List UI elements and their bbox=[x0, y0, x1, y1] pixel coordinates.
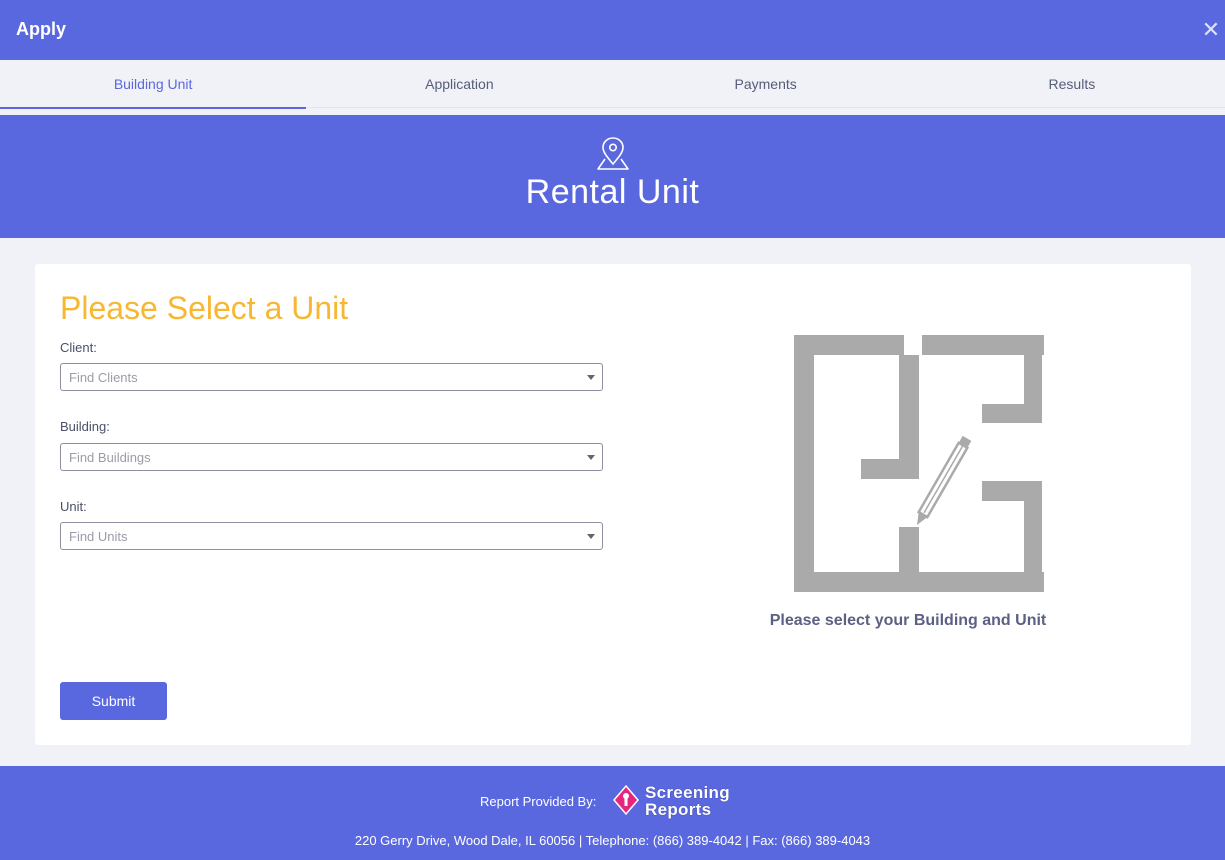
close-icon[interactable]: ✕ bbox=[1201, 19, 1221, 41]
modal-title: Apply bbox=[16, 19, 67, 39]
floor-plan-pencil-icon bbox=[794, 335, 1044, 592]
client-placeholder: Find Clients bbox=[69, 370, 138, 385]
logo-text: Screening Reports bbox=[645, 784, 730, 818]
unit-select[interactable]: Find Units bbox=[60, 522, 603, 550]
chevron-down-icon bbox=[587, 534, 595, 539]
client-select[interactable]: Find Clients bbox=[60, 363, 603, 391]
form-title: Please Select a Unit bbox=[60, 290, 349, 326]
building-select[interactable]: Find Buildings bbox=[60, 443, 603, 471]
provided-by-label: Report Provided By: bbox=[480, 794, 597, 809]
logo-line-1: Screening bbox=[645, 783, 730, 802]
tab-application[interactable]: Application bbox=[306, 60, 612, 108]
contact-address: 220 Gerry Drive, Wood Dale, IL 60056 | T… bbox=[354, 833, 871, 848]
map-pin-icon bbox=[597, 137, 629, 170]
building-placeholder: Find Buildings bbox=[69, 450, 151, 465]
logo-line-2: Reports bbox=[645, 800, 712, 819]
section-banner: Rental Unit bbox=[0, 115, 1225, 238]
client-label: Client: bbox=[60, 340, 97, 355]
modal-header: Apply ✕ bbox=[0, 0, 1225, 60]
unit-label: Unit: bbox=[60, 499, 87, 514]
submit-button[interactable]: Submit bbox=[60, 682, 167, 720]
footer: Report Provided By: Screening Reports 22… bbox=[0, 766, 1225, 860]
building-label: Building: bbox=[60, 419, 110, 434]
tab-results[interactable]: Results bbox=[919, 60, 1225, 108]
screening-reports-logo[interactable]: Screening Reports bbox=[612, 784, 752, 820]
unit-selection-card: Please Select a Unit Client: Find Client… bbox=[35, 264, 1191, 745]
tab-payments[interactable]: Payments bbox=[613, 60, 919, 108]
chevron-down-icon bbox=[587, 375, 595, 380]
banner-heading: Rental Unit bbox=[525, 173, 700, 211]
tab-building-unit[interactable]: Building Unit bbox=[0, 60, 307, 109]
logo-diamond-icon bbox=[613, 784, 639, 816]
step-tabs: Building Unit Application Payments Resul… bbox=[0, 60, 1225, 109]
select-instruction: Please select your Building and Unit bbox=[769, 612, 1047, 629]
chevron-down-icon bbox=[587, 455, 595, 460]
unit-placeholder: Find Units bbox=[69, 529, 128, 544]
